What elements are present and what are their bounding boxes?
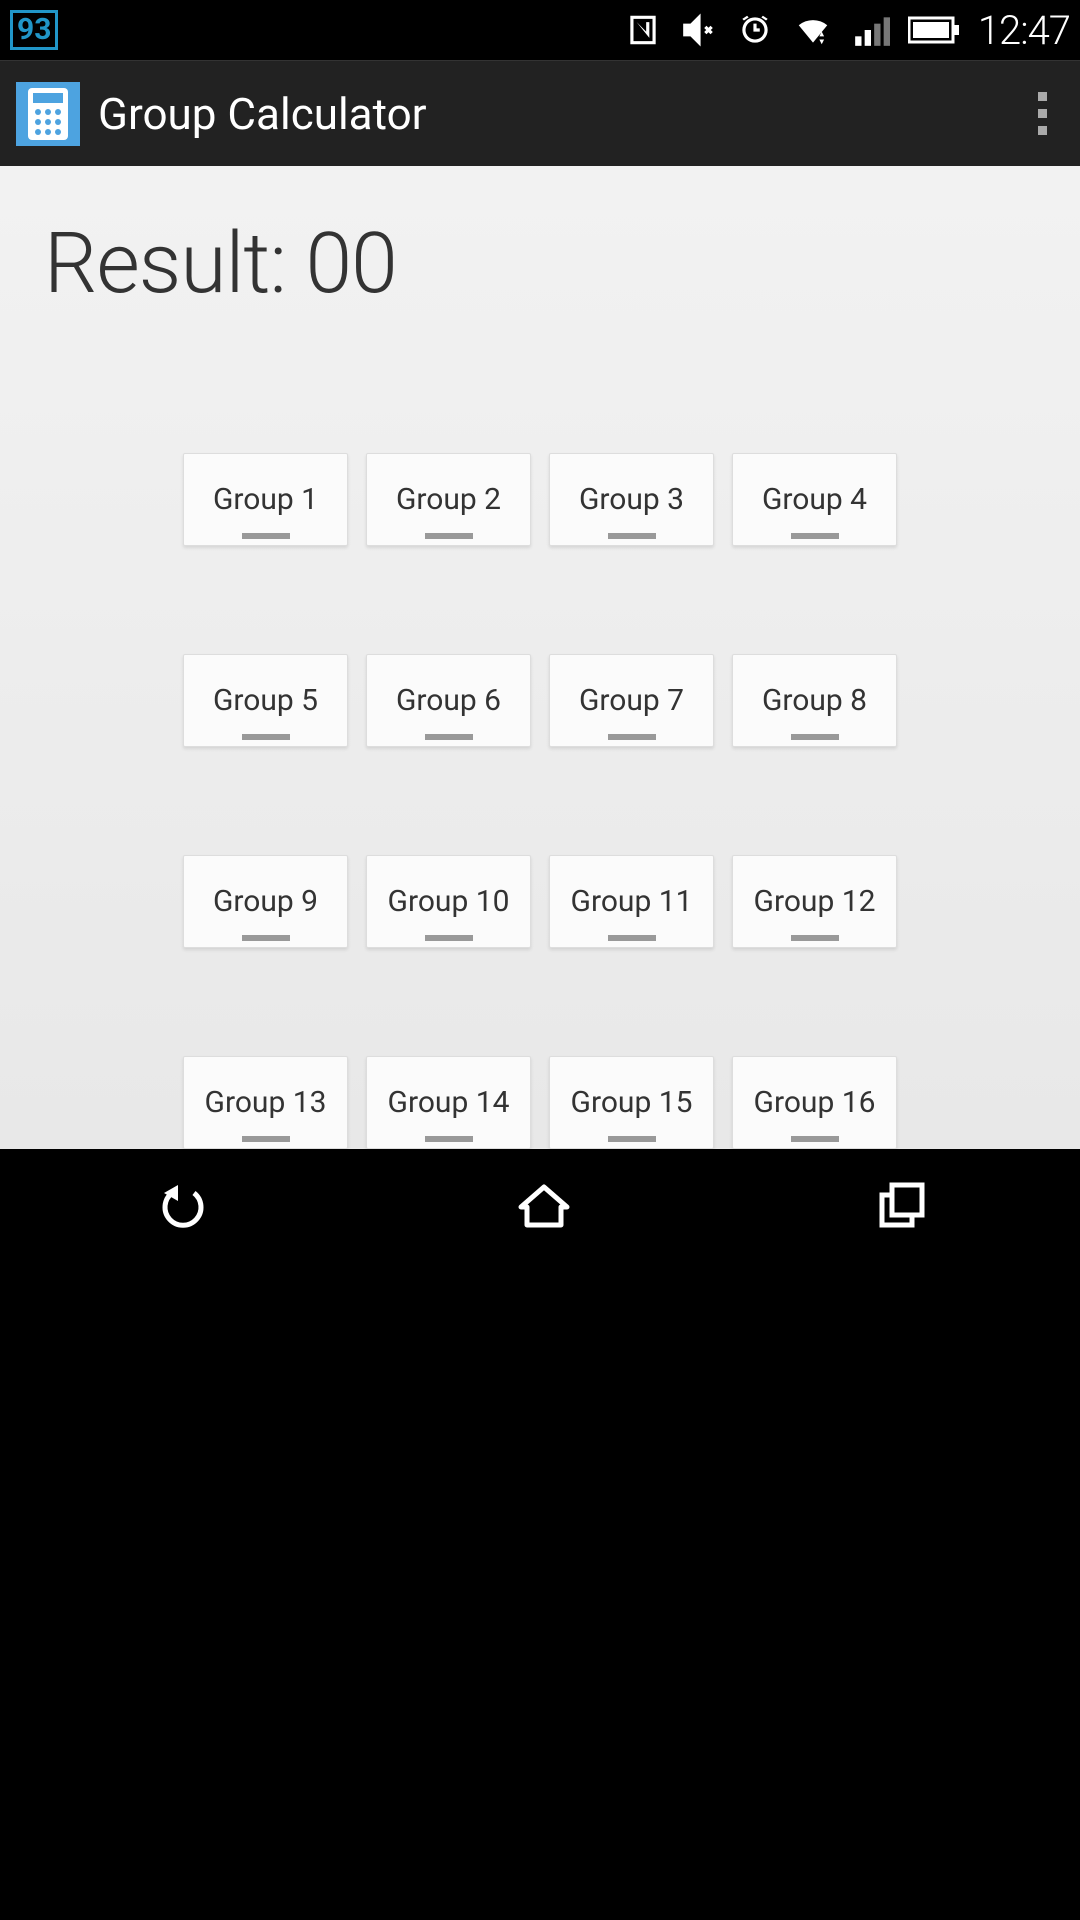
spinner-handle-icon — [608, 734, 656, 740]
group-button-16[interactable]: Group 16 — [732, 1056, 897, 1149]
group-label: Group 5 — [213, 683, 318, 718]
spinner-handle-icon — [791, 935, 839, 941]
nfc-icon — [624, 11, 662, 49]
result-text: Result: 00 — [44, 214, 1036, 313]
overflow-menu-button[interactable] — [1022, 84, 1062, 144]
group-label: Group 4 — [762, 482, 867, 517]
spinner-handle-icon — [425, 533, 473, 539]
group-button-8[interactable]: Group 8 — [732, 654, 897, 747]
group-label: Group 8 — [762, 683, 867, 718]
group-button-6[interactable]: Group 6 — [366, 654, 531, 747]
wifi-icon — [792, 11, 834, 49]
app-title: Group Calculator — [98, 88, 427, 140]
group-button-12[interactable]: Group 12 — [732, 855, 897, 948]
group-label: Group 1 — [213, 482, 318, 517]
nav-bar — [0, 1149, 1080, 1261]
group-button-11[interactable]: Group 11 — [549, 855, 714, 948]
group-label: Group 15 — [571, 1085, 693, 1120]
mute-icon — [680, 11, 718, 49]
alarm-icon — [736, 11, 774, 49]
group-button-4[interactable]: Group 4 — [732, 453, 897, 546]
spinner-handle-icon — [608, 1136, 656, 1142]
app-icon — [16, 82, 80, 146]
spinner-handle-icon — [791, 1136, 839, 1142]
spinner-handle-icon — [242, 734, 290, 740]
group-label: Group 13 — [205, 1085, 327, 1120]
overflow-dot-icon — [1038, 92, 1047, 101]
group-button-2[interactable]: Group 2 — [366, 453, 531, 546]
group-label: Group 14 — [388, 1085, 510, 1120]
spinner-handle-icon — [425, 935, 473, 941]
letterbox — [0, 1261, 1080, 1920]
result-value: 00 — [306, 214, 397, 313]
overflow-dot-icon — [1038, 126, 1047, 135]
group-button-3[interactable]: Group 3 — [549, 453, 714, 546]
group-button-9[interactable]: Group 9 — [183, 855, 348, 948]
spinner-handle-icon — [608, 533, 656, 539]
group-label: Group 11 — [571, 884, 693, 919]
result-label: Result: — [44, 214, 286, 313]
group-button-5[interactable]: Group 5 — [183, 654, 348, 747]
group-label: Group 6 — [396, 683, 501, 718]
home-button[interactable] — [517, 1181, 571, 1229]
group-label: Group 12 — [754, 884, 876, 919]
group-button-10[interactable]: Group 10 — [366, 855, 531, 948]
spinner-handle-icon — [791, 533, 839, 539]
recent-apps-button[interactable] — [876, 1181, 928, 1229]
battery-icon — [908, 15, 960, 45]
spinner-handle-icon — [242, 935, 290, 941]
group-button-13[interactable]: Group 13 — [183, 1056, 348, 1149]
battery-percent-badge: 93 — [10, 10, 58, 50]
clock: 12:47 — [978, 7, 1070, 54]
group-label: Group 3 — [579, 482, 684, 517]
spinner-handle-icon — [242, 533, 290, 539]
group-label: Group 16 — [754, 1085, 876, 1120]
spinner-handle-icon — [425, 1136, 473, 1142]
status-bar: 93 12:47 — [0, 0, 1080, 60]
group-label: Group 9 — [213, 884, 318, 919]
status-right: 12:47 — [624, 7, 1070, 54]
spinner-handle-icon — [242, 1136, 290, 1142]
group-label: Group 10 — [388, 884, 510, 919]
back-button[interactable] — [152, 1181, 212, 1229]
spinner-handle-icon — [608, 935, 656, 941]
group-grid: Group 1 Group 2 Group 3 Group 4 Group 5 … — [44, 453, 1036, 1149]
group-label: Group 2 — [396, 482, 501, 517]
group-button-14[interactable]: Group 14 — [366, 1056, 531, 1149]
content: Result: 00 Group 1 Group 2 Group 3 Group… — [0, 166, 1080, 1149]
group-button-1[interactable]: Group 1 — [183, 453, 348, 546]
group-label: Group 7 — [579, 683, 684, 718]
overflow-dot-icon — [1038, 109, 1047, 118]
group-button-15[interactable]: Group 15 — [549, 1056, 714, 1149]
spinner-handle-icon — [425, 734, 473, 740]
spinner-handle-icon — [791, 734, 839, 740]
group-button-7[interactable]: Group 7 — [549, 654, 714, 747]
action-bar: Group Calculator — [0, 60, 1080, 166]
cell-signal-icon — [852, 11, 890, 49]
